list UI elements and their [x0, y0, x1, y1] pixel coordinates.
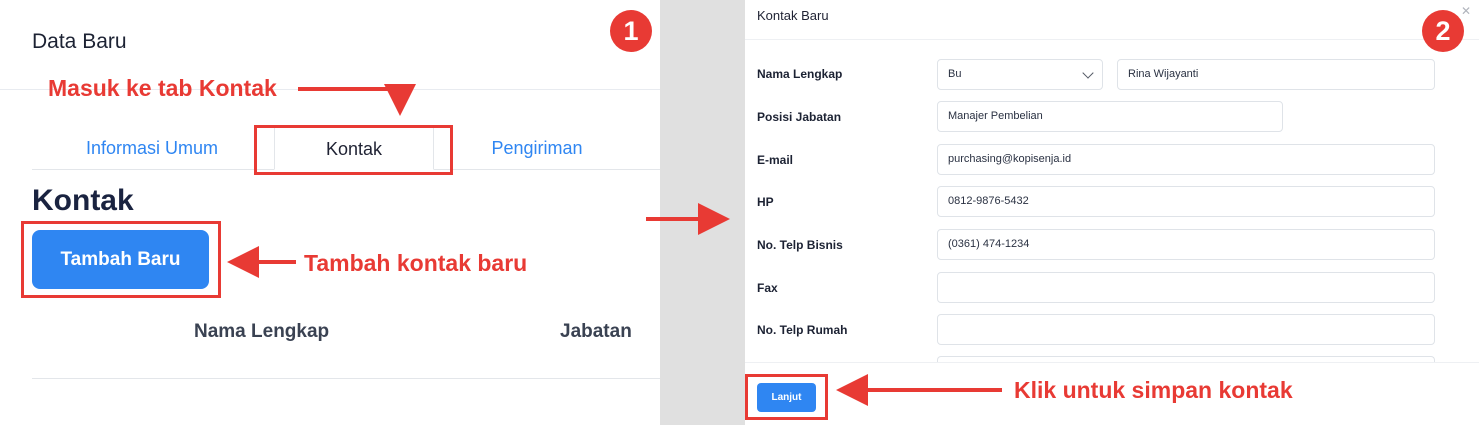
- page-title: Data Baru: [32, 30, 127, 53]
- salutation-select[interactable]: Bu: [937, 59, 1103, 90]
- position-input[interactable]: Manajer Pembelian: [937, 101, 1283, 132]
- section-title: Kontak: [32, 184, 134, 217]
- highlight-tab-kontak: [254, 125, 453, 175]
- modal-header-divider: [745, 39, 1479, 40]
- field-label-telp-rumah: No. Telp Rumah: [757, 323, 848, 337]
- contact-modal: Kontak Baru ✕ Nama Lengkap Bu Rina Wijay…: [745, 0, 1479, 425]
- field-label-email: E-mail: [757, 153, 794, 167]
- annotation-add-hint: Tambah kontak baru: [304, 250, 528, 276]
- close-icon[interactable]: ✕: [1461, 4, 1471, 18]
- field-label-nama: Nama Lengkap: [757, 67, 843, 81]
- highlight-add-button: [21, 221, 221, 298]
- tab-pengiriman[interactable]: Pengiriman: [462, 126, 612, 170]
- step-badge-2: 2: [1422, 10, 1464, 52]
- left-panel: Data Baru Informasi Umum Kontak Pengirim…: [0, 0, 660, 425]
- field-label-posisi: Posisi Jabatan: [757, 110, 842, 124]
- mobile-input[interactable]: 0812-9876-5432: [937, 186, 1435, 217]
- salutation-value: Bu: [948, 68, 962, 80]
- chevron-down-icon: [1082, 67, 1094, 79]
- home-phone-input[interactable]: [937, 314, 1435, 345]
- fax-input[interactable]: [937, 272, 1435, 303]
- field-label-hp: HP: [757, 195, 774, 209]
- step-badge-1: 1: [610, 10, 652, 52]
- field-label-telp-bisnis: No. Telp Bisnis: [757, 238, 843, 252]
- table-divider: [32, 378, 660, 379]
- panel-gap: [660, 0, 745, 425]
- field-label-fax: Fax: [757, 281, 778, 295]
- modal-footer-divider: [745, 362, 1479, 363]
- full-name-input[interactable]: Rina Wijayanti: [1117, 59, 1435, 90]
- tab-informasi-umum[interactable]: Informasi Umum: [62, 126, 242, 170]
- annotation-tab-hint: Masuk ke tab Kontak: [48, 75, 277, 101]
- modal-title: Kontak Baru: [757, 8, 829, 23]
- column-header-jabatan: Jabatan: [560, 321, 632, 342]
- business-phone-input[interactable]: (0361) 474-1234: [937, 229, 1435, 260]
- column-header-nama: Nama Lengkap: [194, 321, 330, 342]
- highlight-submit-button: [745, 374, 828, 420]
- annotation-save-hint: Klik untuk simpan kontak: [1014, 377, 1293, 403]
- email-input[interactable]: purchasing@kopisenja.id: [937, 144, 1435, 175]
